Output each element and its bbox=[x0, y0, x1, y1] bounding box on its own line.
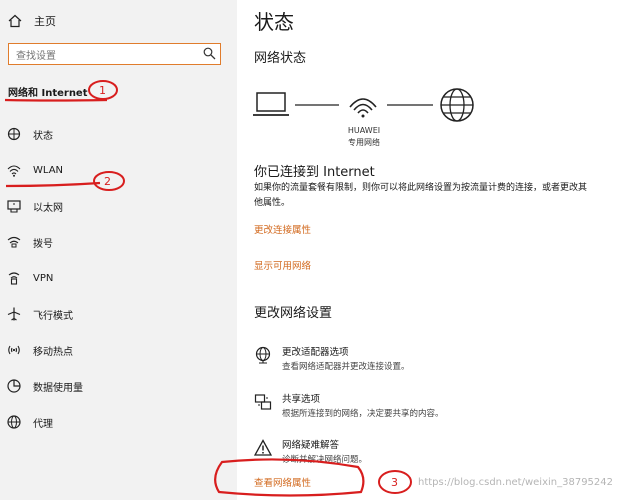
search-box[interactable] bbox=[8, 43, 221, 66]
change-connection-properties-link[interactable]: 更改连接属性 bbox=[254, 222, 311, 236]
metered-description: 如果你的流量套餐有限制，则你可以将此网络设置为按流量计费的连接，或者更改其他属性… bbox=[254, 183, 588, 208]
sidebar-item-label: 以太网 bbox=[33, 202, 63, 214]
change-network-settings-heading: 更改网络设置 bbox=[254, 306, 333, 321]
network-diagram bbox=[253, 88, 474, 122]
sidebar-item-label: 飞行模式 bbox=[33, 310, 73, 322]
sidebar-item-label: 代理 bbox=[33, 418, 53, 430]
network-troubleshooter[interactable]: 网络疑难解答 诊断并解决网络问题。 bbox=[254, 437, 367, 465]
sidebar-item-label: VPN bbox=[33, 272, 54, 284]
sidebar-item-vpn[interactable]: VPN bbox=[6, 268, 53, 288]
home-nav-item[interactable]: 主页 bbox=[8, 12, 56, 30]
view-network-properties-link[interactable]: 查看网络属性 bbox=[254, 475, 311, 489]
sidebar-item-ethernet[interactable]: 以太网 bbox=[6, 196, 63, 216]
show-available-networks-link[interactable]: 显示可用网络 bbox=[254, 258, 311, 272]
network-name: HUAWEI bbox=[347, 126, 381, 135]
airplane-icon bbox=[7, 307, 21, 321]
data-usage-icon bbox=[7, 379, 21, 393]
section-title: 网络和 Internet bbox=[8, 88, 88, 99]
sidebar-item-hotspot[interactable]: 移动热点 bbox=[6, 340, 73, 360]
sidebar-item-label: 状态 bbox=[33, 130, 53, 142]
sharing-icon bbox=[254, 394, 272, 410]
sidebar-item-label: 拨号 bbox=[33, 238, 53, 250]
globe-icon bbox=[7, 415, 21, 429]
sidebar-item-proxy[interactable]: 代理 bbox=[6, 412, 53, 432]
wifi-signal-icon bbox=[349, 98, 377, 118]
sidebar-item-airplane[interactable]: 飞行模式 bbox=[6, 304, 73, 324]
option-title: 更改适配器选项 bbox=[282, 347, 349, 358]
search-icon[interactable] bbox=[203, 47, 216, 60]
sidebar-item-wlan[interactable]: WLAN bbox=[6, 160, 63, 180]
adapter-icon bbox=[255, 346, 271, 364]
connection-status-text: 你已连接到 Internet bbox=[254, 165, 375, 180]
internet-globe-icon bbox=[440, 88, 474, 122]
sidebar-item-data-usage[interactable]: 数据使用量 bbox=[6, 376, 83, 396]
option-title: 网络疑难解答 bbox=[282, 440, 340, 451]
change-adapter-options[interactable]: 更改适配器选项 查看网络适配器并更改连接设置。 bbox=[254, 344, 410, 372]
search-input[interactable] bbox=[9, 47, 196, 66]
network-status-heading: 网络状态 bbox=[254, 51, 307, 66]
option-title: 共享选项 bbox=[282, 394, 321, 405]
option-desc: 诊断并解决网络问题。 bbox=[282, 455, 368, 465]
option-desc: 根据所连接到的网络，决定要共享的内容。 bbox=[282, 409, 444, 419]
sidebar-item-label: 移动热点 bbox=[33, 346, 73, 358]
warning-icon bbox=[254, 439, 272, 456]
sidebar-item-dialup[interactable]: 拨号 bbox=[6, 232, 53, 252]
status-page: 状态 网络状态 HUAWEI 专用网络 你已连接到 Internet 如果你的流… bbox=[237, 0, 631, 500]
wifi-icon bbox=[7, 165, 21, 177]
vpn-icon bbox=[8, 272, 20, 285]
ethernet-icon bbox=[7, 200, 21, 213]
page-title: 状态 bbox=[254, 10, 294, 34]
home-label: 主页 bbox=[34, 15, 56, 28]
option-desc: 查看网络适配器并更改连接设置。 bbox=[282, 362, 410, 372]
laptop-icon bbox=[253, 92, 289, 116]
sidebar-item-label: 数据使用量 bbox=[33, 382, 83, 394]
hotspot-icon bbox=[8, 345, 20, 355]
home-network-icon bbox=[7, 127, 21, 141]
dialup-icon bbox=[7, 236, 21, 248]
sharing-options[interactable]: 共享选项 根据所连接到的网络，决定要共享的内容。 bbox=[254, 391, 444, 419]
settings-sidebar: 主页 网络和 Internet 状态 WLAN 以太网 bbox=[0, 0, 237, 500]
watermark-text: https://blog.csdn.net/weixin_38795242 bbox=[418, 477, 614, 488]
home-icon bbox=[8, 14, 22, 28]
sidebar-item-label: WLAN bbox=[33, 164, 64, 176]
sidebar-item-status[interactable]: 状态 bbox=[6, 124, 53, 144]
network-type: 专用网络 bbox=[348, 138, 380, 147]
